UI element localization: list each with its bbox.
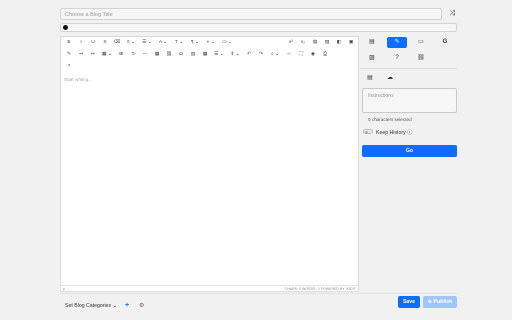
image-icon[interactable]: ▨ <box>321 37 333 49</box>
footer-divider <box>60 293 457 294</box>
toolbar-row-3: ? <box>61 61 358 73</box>
go-button[interactable]: Go <box>362 145 457 157</box>
superscript-button[interactable]: x² <box>285 37 297 49</box>
write-tab-icon[interactable]: ✎ <box>387 37 407 48</box>
select-all-icon[interactable]: ⊞ <box>115 49 127 61</box>
publish-button[interactable]: ⊕ Publish <box>423 296 457 308</box>
google-tab-icon[interactable]: G <box>435 37 455 48</box>
add-category-icon[interactable]: + <box>125 302 129 309</box>
faq-tab-icon[interactable]: ? <box>387 53 407 64</box>
element-path: p <box>63 286 65 291</box>
link-icon[interactable]: ⛓ <box>163 49 175 61</box>
italic-button[interactable]: I <box>75 37 87 49</box>
blog-title-input[interactable]: Choose a Blog Title <box>60 8 442 20</box>
info-icon[interactable]: ⓘ <box>407 130 412 136</box>
characters-selected-text: 0 characters selected <box>368 117 412 122</box>
keep-history-toggle[interactable] <box>363 129 373 134</box>
divider <box>360 68 457 69</box>
instructions-input[interactable]: Instructions <box>362 88 457 113</box>
layout-tab-icon[interactable]: ▤ <box>362 37 382 48</box>
blog-url-bar[interactable] <box>60 23 457 32</box>
save-button[interactable]: Save <box>398 296 420 308</box>
ordered-list-button[interactable]: ☰ ⌄ <box>139 37 155 49</box>
columns-icon[interactable]: ▥ <box>187 49 199 61</box>
ai-sidebar: ▤ ✎ ▭ G ▨ ? ⛓ ▤ ☁ Instructions 0 charact… <box>360 36 457 292</box>
brush-button[interactable]: ▭ ⌄ <box>219 37 235 49</box>
file-icon[interactable]: ▤ <box>309 37 321 49</box>
source-code-icon[interactable]: ‹› <box>283 49 295 61</box>
subscript-button[interactable]: x₂ <box>297 37 309 49</box>
word-count: CHARS: 0 WORDS: 0 POWERED BY JODIT <box>284 286 356 291</box>
gear-icon[interactable]: ⚙ <box>139 302 144 309</box>
text-tab-icon[interactable]: ▭ <box>411 37 431 48</box>
color-button[interactable]: ◐ ⌄ <box>203 37 219 49</box>
bold-button[interactable]: B <box>63 37 75 49</box>
grid-icon[interactable]: ▦ <box>199 49 211 61</box>
indent-icon[interactable]: ↦ <box>87 49 99 61</box>
table-icon[interactable]: ▦ <box>151 49 163 61</box>
status-dot-icon <box>63 25 68 30</box>
toolbar-row-1: B I U S ⌫ ≡ ⌄ ☰ ⌄ A ⌄ T ⌄ ¶ ⌄ ◐ ⌄ ▭ ⌄ x²… <box>61 37 358 49</box>
eraser-button[interactable]: ⌫ <box>111 37 123 49</box>
pencil-icon[interactable]: ✎ <box>63 49 75 61</box>
underline-button[interactable]: U <box>87 37 99 49</box>
media-icon[interactable]: ▣ <box>345 37 357 49</box>
unordered-list-button[interactable]: ≡ ⌄ <box>123 37 139 49</box>
rich-text-editor[interactable]: B I U S ⌫ ≡ ⌄ ☰ ⌄ A ⌄ T ⌄ ¶ ⌄ ◐ ⌄ ▭ ⌄ x²… <box>60 36 359 292</box>
link-tab-icon[interactable]: ⛓ <box>411 53 431 64</box>
keep-history-label: Keep History ⓘ <box>376 130 413 136</box>
outdent-icon[interactable]: ↤ <box>75 49 87 61</box>
copy-format-icon[interactable]: T̷ <box>127 49 139 61</box>
paste-button[interactable]: ▦ ⌄ <box>99 49 115 61</box>
font-size-button[interactable]: T ⌄ <box>171 37 187 49</box>
cloud-subtab-icon[interactable]: ☁ <box>380 73 400 84</box>
help-icon[interactable]: ? <box>63 61 75 73</box>
fullscreen-icon[interactable]: ⛶ <box>295 49 307 61</box>
toolbar-row-2: ✎ ↤ ↦ ▦ ⌄ ⊞ T̷ ― ▦ ⛓ Ω ▥ ▦ ☰ ⌄ ⇕ ⌄ ↶ ↷ ⌕… <box>61 49 358 61</box>
set-categories-dropdown[interactable]: Set Blog Categories ⌄ <box>65 303 117 309</box>
print-icon[interactable]: ⎙ <box>319 49 331 61</box>
symbol-icon[interactable]: Ω <box>175 49 187 61</box>
shuffle-icon[interactable]: ⤨ <box>447 9 457 19</box>
preview-icon[interactable]: ◉ <box>307 49 319 61</box>
image-tab-icon[interactable]: ▨ <box>362 53 382 64</box>
align-button[interactable]: ☰ ⌄ <box>211 49 227 61</box>
paragraph-button[interactable]: ¶ ⌄ <box>187 37 203 49</box>
font-button[interactable]: A ⌄ <box>155 37 171 49</box>
editor-placeholder[interactable]: Start writing... <box>64 77 92 82</box>
find-button[interactable]: ⌕ ⌄ <box>267 49 283 61</box>
strikethrough-button[interactable]: S <box>99 37 111 49</box>
video-icon[interactable]: ◧ <box>333 37 345 49</box>
undo-icon[interactable]: ↶ <box>243 49 255 61</box>
editor-status-bar: p CHARS: 0 WORDS: 0 POWERED BY JODIT <box>61 285 358 291</box>
document-subtab-icon[interactable]: ▤ <box>360 73 380 84</box>
horizontal-line-icon[interactable]: ― <box>139 49 151 61</box>
line-height-button[interactable]: ⇕ ⌄ <box>227 49 243 61</box>
redo-icon[interactable]: ↷ <box>255 49 267 61</box>
